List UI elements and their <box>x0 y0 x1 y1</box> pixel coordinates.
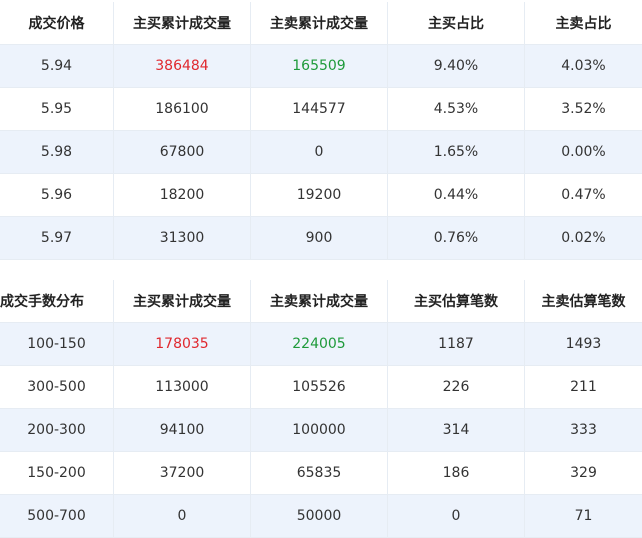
table-row: 100-150 178035 224005 1187 1493 <box>0 323 642 366</box>
table-cell: 226 <box>388 366 525 408</box>
table-row: 5.97 31300 900 0.76% 0.02% <box>0 217 642 260</box>
table-cell: 211 <box>570 379 597 395</box>
table-cell: 0.47% <box>561 187 606 203</box>
table-cell: 67800 <box>114 131 251 173</box>
table-cell: 178035 <box>114 323 251 365</box>
table-cell: 5.96 <box>0 174 114 216</box>
table-cell: 19200 <box>251 174 388 216</box>
table-spacer <box>0 262 642 280</box>
table-cell: 333 <box>570 422 597 438</box>
table-row: 200-300 94100 100000 314 333 <box>0 409 642 452</box>
header-cell: 主卖估算笔数 <box>541 294 626 310</box>
table-cell: 100-150 <box>0 323 114 365</box>
table-cell: 186100 <box>114 88 251 130</box>
table-cell: 31300 <box>114 217 251 259</box>
table-cell: 100000 <box>251 409 388 451</box>
table-row: 300-500 113000 105526 226 211 <box>0 366 642 409</box>
table-cell: 4.53% <box>388 88 525 130</box>
table-row: 5.96 18200 19200 0.44% 0.47% <box>0 174 642 217</box>
header-cell: 成交价格 <box>0 2 114 44</box>
table-cell: 0.44% <box>388 174 525 216</box>
table-header-row: 成交手数分布 主买累计成交量 主卖累计成交量 主买估算笔数 主卖估算笔数 <box>0 280 642 323</box>
table-cell: 144577 <box>251 88 388 130</box>
table-cell: 186 <box>388 452 525 494</box>
table-cell: 0.76% <box>388 217 525 259</box>
header-cell: 主卖累计成交量 <box>251 280 388 322</box>
table-cell: 5.95 <box>0 88 114 130</box>
table-cell: 18200 <box>114 174 251 216</box>
table-cell: 329 <box>570 465 597 481</box>
table-row: 5.95 186100 144577 4.53% 3.52% <box>0 88 642 131</box>
table-row: 5.98 67800 0 1.65% 0.00% <box>0 131 642 174</box>
table-cell: 94100 <box>114 409 251 451</box>
header-cell: 主买估算笔数 <box>388 280 525 322</box>
table-cell: 300-500 <box>0 366 114 408</box>
table-cell: 113000 <box>114 366 251 408</box>
table-cell: 0 <box>251 131 388 173</box>
table-cell: 1493 <box>565 336 602 352</box>
table-cell: 1.65% <box>388 131 525 173</box>
table-cell: 0 <box>388 495 525 537</box>
table-cell: 5.98 <box>0 131 114 173</box>
table-cell: 900 <box>251 217 388 259</box>
price-volume-table: 成交价格 主买累计成交量 主卖累计成交量 主买占比 主卖占比 5.94 3864… <box>0 2 642 260</box>
table-cell: 0.02% <box>561 230 606 246</box>
table-row: 500-700 0 50000 0 71 <box>0 495 642 538</box>
lot-distribution-table: 成交手数分布 主买累计成交量 主卖累计成交量 主买估算笔数 主卖估算笔数 100… <box>0 280 642 538</box>
header-cell: 主买累计成交量 <box>114 2 251 44</box>
table-cell: 165509 <box>251 45 388 87</box>
table-cell: 0.00% <box>561 144 606 160</box>
header-cell: 主卖占比 <box>555 16 612 32</box>
table-cell: 9.40% <box>388 45 525 87</box>
table-cell: 5.94 <box>0 45 114 87</box>
table-cell: 4.03% <box>561 58 606 74</box>
table-cell: 1187 <box>388 323 525 365</box>
table-cell: 105526 <box>251 366 388 408</box>
table-cell: 65835 <box>251 452 388 494</box>
table-cell: 0 <box>114 495 251 537</box>
header-cell: 成交手数分布 <box>0 280 114 322</box>
table-cell: 224005 <box>251 323 388 365</box>
table-cell: 3.52% <box>561 101 606 117</box>
table-cell: 5.97 <box>0 217 114 259</box>
header-cell: 主买占比 <box>388 2 525 44</box>
table-cell: 386484 <box>114 45 251 87</box>
header-cell: 主卖累计成交量 <box>251 2 388 44</box>
table-cell: 500-700 <box>0 495 114 537</box>
table-row: 150-200 37200 65835 186 329 <box>0 452 642 495</box>
table-cell: 314 <box>388 409 525 451</box>
table-cell: 71 <box>574 508 593 524</box>
table-row: 5.94 386484 165509 9.40% 4.03% <box>0 45 642 88</box>
table-header-row: 成交价格 主买累计成交量 主卖累计成交量 主买占比 主卖占比 <box>0 2 642 45</box>
table-cell: 150-200 <box>0 452 114 494</box>
header-cell: 主买累计成交量 <box>114 280 251 322</box>
table-cell: 50000 <box>251 495 388 537</box>
table-cell: 200-300 <box>0 409 114 451</box>
table-cell: 37200 <box>114 452 251 494</box>
